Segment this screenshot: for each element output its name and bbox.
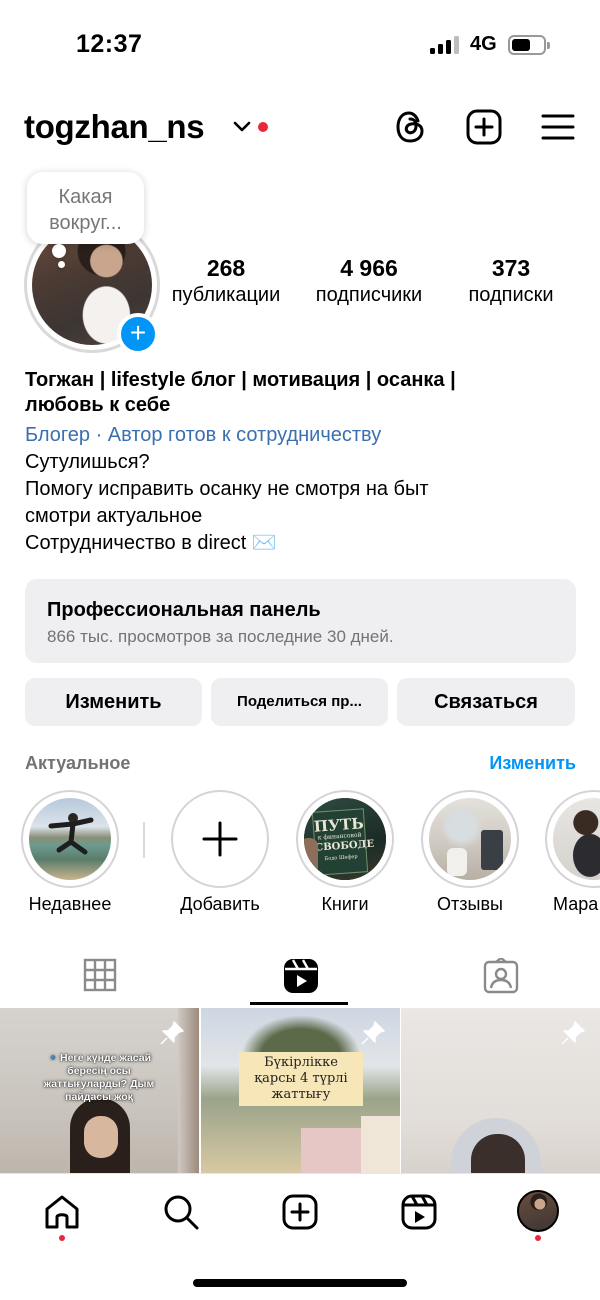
note-bubble[interactable]: Какая вокруг... — [27, 172, 144, 244]
stat-followers-value: 4 966 — [340, 255, 398, 281]
highlight-ring — [545, 790, 600, 888]
stat-following-label: подписки — [468, 284, 554, 306]
create-icon[interactable] — [280, 1192, 320, 1232]
battery-icon — [508, 35, 550, 55]
highlight-cover — [29, 798, 111, 880]
notification-dot — [258, 122, 268, 132]
bio-name-line2: любовь к себе — [25, 394, 171, 416]
bio-line: смотри актуальное — [25, 505, 203, 527]
highlight-books[interactable]: ПУТЬ к финансовой СВОБОДЕ Бодо Шефер Кни… — [295, 790, 395, 915]
note-bubble-tail — [52, 244, 66, 258]
home-icon[interactable] — [42, 1192, 82, 1232]
bio: Тогжан | lifestyle блог | мотивация | ос… — [25, 368, 565, 557]
profile-notification-dot — [535, 1235, 541, 1241]
home-indicator — [193, 1279, 407, 1287]
home-notification-dot — [59, 1235, 65, 1241]
reel-caption: 🔹Неге күнде жасай бересің осы жаттығулар… — [43, 1052, 155, 1103]
highlight-label: Отзывы — [437, 894, 503, 914]
stat-followers-label: подписчики — [315, 284, 423, 306]
threads-icon[interactable] — [392, 108, 428, 146]
note-text-line1: Какая — [58, 186, 113, 208]
tagged-icon — [483, 958, 519, 994]
chevron-down-icon[interactable] — [233, 120, 251, 134]
status-time: 12:37 — [76, 30, 143, 58]
profile-tabs — [0, 950, 600, 1008]
profile-header: togzhan_ns — [0, 100, 600, 160]
share-profile-button[interactable]: Поделиться пр... — [211, 678, 388, 726]
note-bubble-tail-small — [58, 261, 65, 268]
bio-category[interactable]: Блогер · Автор готов к сотрудничеству — [25, 422, 565, 449]
highlights-edit-link[interactable]: Изменить — [489, 753, 576, 774]
edit-profile-button[interactable]: Изменить — [25, 678, 202, 726]
signal-icon — [430, 36, 462, 54]
highlight-add[interactable]: Добавить — [170, 790, 270, 915]
active-tab-indicator — [250, 1002, 348, 1005]
highlight-label: Недавнее — [28, 894, 112, 914]
highlight-reviews[interactable]: Отзывы — [420, 790, 520, 915]
profile-avatar-tab[interactable] — [517, 1190, 559, 1232]
reel-caption: Бүкірлікке қарсы 4 түрлі жаттығу — [239, 1052, 363, 1106]
note-text-line2: вокруг... — [49, 212, 122, 234]
reels-grid: 🔹Неге күнде жасай бересің осы жаттығулар… — [0, 1008, 600, 1173]
pin-icon — [361, 1021, 385, 1045]
highlight-mara[interactable]: Мара — [545, 790, 600, 915]
reels-icon — [284, 959, 318, 993]
stat-posts-label: публикации — [171, 284, 281, 306]
contact-button[interactable]: Связаться — [397, 678, 575, 726]
professional-dashboard[interactable]: Профессиональная панель 866 тыс. просмот… — [25, 579, 576, 663]
reel-thumbnail[interactable]: Бүкірлікке қарсы 4 түрлі жаттығу — [201, 1008, 400, 1173]
reel-thumbnail[interactable] — [401, 1008, 600, 1173]
tab-tagged[interactable] — [400, 950, 600, 1008]
plus-icon — [202, 821, 238, 857]
pin-icon — [160, 1021, 184, 1045]
stat-following[interactable]: 373 подписки — [456, 255, 566, 307]
highlight-recent[interactable]: Недавнее — [20, 790, 120, 915]
search-icon[interactable] — [161, 1192, 201, 1232]
highlights-divider — [143, 822, 145, 858]
highlight-label: Книги — [321, 894, 369, 914]
network-type: 4G — [470, 33, 497, 55]
professional-dashboard-subtitle: 866 тыс. просмотров за последние 30 дней… — [47, 627, 394, 646]
highlight-ring: ПУТЬ к финансовой СВОБОДЕ Бодо Шефер — [296, 790, 394, 888]
professional-dashboard-title: Профессиональная панель — [47, 599, 321, 621]
highlight-ring — [421, 790, 519, 888]
stat-posts[interactable]: 268 публикации — [166, 255, 286, 307]
stat-followers[interactable]: 4 966 подписчики — [304, 255, 434, 307]
bio-line: Сутулишься? — [25, 451, 150, 473]
book-cover-author: Бодо Шефер — [324, 853, 358, 863]
status-bar: 12:37 4G — [0, 0, 600, 90]
bio-name-line1: Тогжан | lifestyle блог | мотивация | ос… — [25, 369, 456, 391]
highlight-cover: ПУТЬ к финансовой СВОБОДЕ Бодо Шефер — [304, 798, 386, 880]
reels-icon[interactable] — [399, 1192, 439, 1232]
tab-grid[interactable] — [0, 950, 200, 1008]
pin-icon — [561, 1021, 585, 1045]
add-story-button[interactable]: + — [117, 313, 159, 355]
create-post-icon[interactable] — [466, 108, 502, 146]
bottom-nav — [0, 1173, 600, 1253]
jumping-person-image — [48, 813, 94, 855]
highlight-label: Мара — [553, 894, 599, 914]
stat-posts-value: 268 — [206, 255, 246, 281]
highlights-header: Актуальное Изменить — [25, 753, 576, 777]
highlight-label: Добавить — [180, 894, 260, 914]
bio-line: Сотрудничество в direct ✉️ — [25, 532, 277, 554]
highlight-cover — [429, 798, 511, 880]
bio-line: Помогу исправить осанку не смотря на быт — [25, 478, 429, 500]
highlights-title: Актуальное — [25, 753, 131, 773]
highlight-cover — [553, 798, 600, 880]
stat-following-value: 373 — [491, 255, 531, 281]
reel-thumbnail[interactable]: 🔹Неге күнде жасай бересің осы жаттығулар… — [0, 1008, 199, 1173]
username[interactable]: togzhan_ns — [24, 108, 205, 146]
add-highlight-button[interactable] — [171, 790, 269, 888]
tab-reels[interactable] — [200, 950, 400, 1008]
highlight-ring — [21, 790, 119, 888]
grid-icon — [83, 958, 117, 992]
menu-icon[interactable] — [540, 108, 576, 146]
